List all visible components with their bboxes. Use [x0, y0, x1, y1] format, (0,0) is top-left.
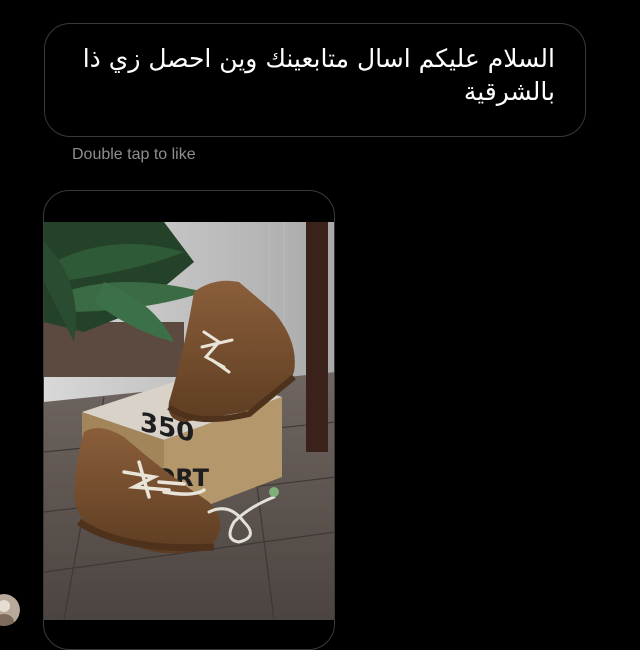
avatar-image: [0, 594, 20, 626]
double-tap-hint: Double tap to like: [72, 146, 196, 163]
message-text: السلام عليكم اسال متابعينك وين احصل زي ذ…: [82, 44, 555, 106]
incoming-message-bubble[interactable]: السلام عليكم اسال متابعينك وين احصل زي ذ…: [44, 23, 586, 137]
sneaker-photo: 350 SPORT: [44, 222, 334, 620]
table-leg: [306, 222, 328, 452]
sender-avatar[interactable]: [0, 594, 20, 626]
shared-photo-message[interactable]: 350 SPORT: [43, 190, 335, 650]
